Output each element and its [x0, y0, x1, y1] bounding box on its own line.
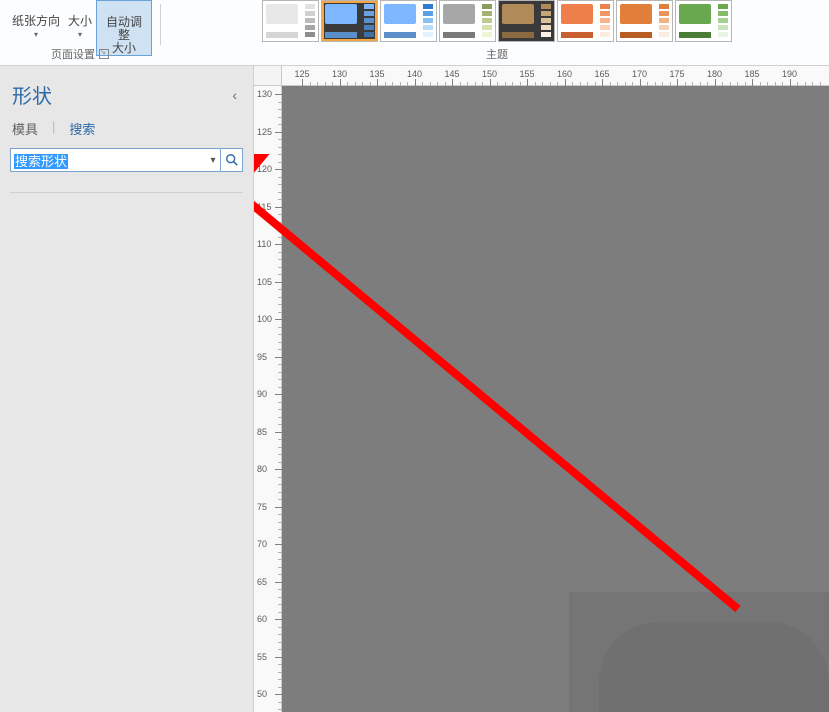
vruler-tick-label: 75	[257, 502, 267, 512]
theme-swatch[interactable]	[557, 0, 614, 42]
vruler-tick-label: 85	[257, 427, 267, 437]
vruler-tick-label: 70	[257, 539, 267, 549]
hruler-tick-label: 135	[369, 69, 384, 79]
vertical-ruler[interactable]: 130 125 120 115 110 105 100 95 90 85 80 75 70 65 60 55 5…	[254, 66, 282, 712]
hruler-tick-label: 155	[519, 69, 534, 79]
vruler-tick-label: 50	[257, 689, 267, 699]
vruler-tick-label: 80	[257, 464, 267, 474]
search-input-value: 搜索形状	[14, 154, 68, 169]
size-label: 大小	[68, 14, 92, 28]
hruler-tick-label: 130	[332, 69, 347, 79]
search-input[interactable]: 搜索形状	[11, 151, 206, 170]
hruler-tick-label: 175	[669, 69, 684, 79]
group-separator	[160, 4, 161, 45]
vruler-tick-label: 100	[257, 314, 272, 324]
tab-search[interactable]: 搜索	[69, 119, 95, 138]
page-setup-dialog-launcher-icon[interactable]	[99, 49, 109, 59]
search-button[interactable]	[221, 148, 243, 172]
themes-group-label: 主题	[165, 44, 829, 64]
hruler-tick-label: 150	[482, 69, 497, 79]
hruler-tick-label: 165	[594, 69, 609, 79]
ruler-corner	[254, 66, 282, 86]
page-setup-group: 纸张方向 ▾ 大小 ▾ 自动调整 大小 页面设置	[4, 0, 156, 64]
theme-swatch[interactable]	[321, 0, 378, 42]
search-icon	[225, 153, 239, 167]
theme-swatch[interactable]	[616, 0, 673, 42]
hruler-tick-label: 180	[707, 69, 722, 79]
theme-swatch[interactable]	[262, 0, 319, 42]
vruler-tick-label: 95	[257, 352, 267, 362]
hruler-tick-label: 145	[444, 69, 459, 79]
vruler-tick-label: 120	[257, 164, 272, 174]
search-row: 搜索形状 ▾	[10, 148, 243, 172]
themes-group: 主题	[165, 0, 829, 64]
ribbon: 纸张方向 ▾ 大小 ▾ 自动调整 大小 页面设置 主题	[0, 0, 829, 66]
theme-swatch[interactable]	[439, 0, 496, 42]
tab-separator: |	[52, 119, 55, 138]
theme-swatch[interactable]	[380, 0, 437, 42]
orientation-label: 纸张方向	[12, 14, 60, 28]
hruler-tick-label: 140	[407, 69, 422, 79]
vruler-tick-label: 130	[257, 89, 272, 99]
theme-swatch[interactable]	[498, 0, 555, 42]
vruler-tick-label: 60	[257, 614, 267, 624]
horizontal-ruler[interactable]: 125 130 135 140 145 150 155 160 165 170 175 180 185 1…	[282, 66, 829, 86]
hruler-tick-label: 170	[632, 69, 647, 79]
page-setup-group-label: 页面设置	[4, 44, 156, 64]
hruler-tick-label: 190	[782, 69, 797, 79]
vruler-tick-label: 55	[257, 652, 267, 662]
search-dropdown-icon[interactable]: ▾	[206, 155, 220, 166]
shapes-panel-tabs: 模具 | 搜索	[0, 115, 253, 148]
vruler-tick-label: 105	[257, 277, 272, 287]
canvas-area: 125 130 135 140 145 150 155 160 165 170 175 180 185 1…	[254, 66, 829, 712]
drawing-page[interactable]	[282, 86, 829, 712]
main-area: 形状 ‹ 模具 | 搜索 搜索形状 ▾ 125 130	[0, 66, 829, 712]
theme-gallery[interactable]	[262, 0, 732, 44]
vruler-tick-label: 65	[257, 577, 267, 587]
vruler-tick-label: 115	[257, 202, 271, 212]
hruler-tick-label: 125	[294, 69, 309, 79]
theme-swatch[interactable]	[675, 0, 732, 42]
shapes-panel-title: 形状	[12, 80, 52, 109]
search-box[interactable]: 搜索形状 ▾	[10, 148, 221, 172]
vruler-tick-label: 125	[257, 127, 272, 137]
tab-stencils[interactable]: 模具	[12, 119, 38, 138]
collapse-panel-icon[interactable]: ‹	[228, 85, 241, 105]
page-watermark	[569, 592, 829, 712]
hruler-tick-label: 185	[744, 69, 759, 79]
sidebar-divider	[10, 192, 243, 193]
vruler-tick-label: 110	[257, 239, 271, 249]
vruler-tick-label: 90	[257, 389, 267, 399]
shapes-panel: 形状 ‹ 模具 | 搜索 搜索形状 ▾	[0, 66, 254, 712]
hruler-tick-label: 160	[557, 69, 572, 79]
